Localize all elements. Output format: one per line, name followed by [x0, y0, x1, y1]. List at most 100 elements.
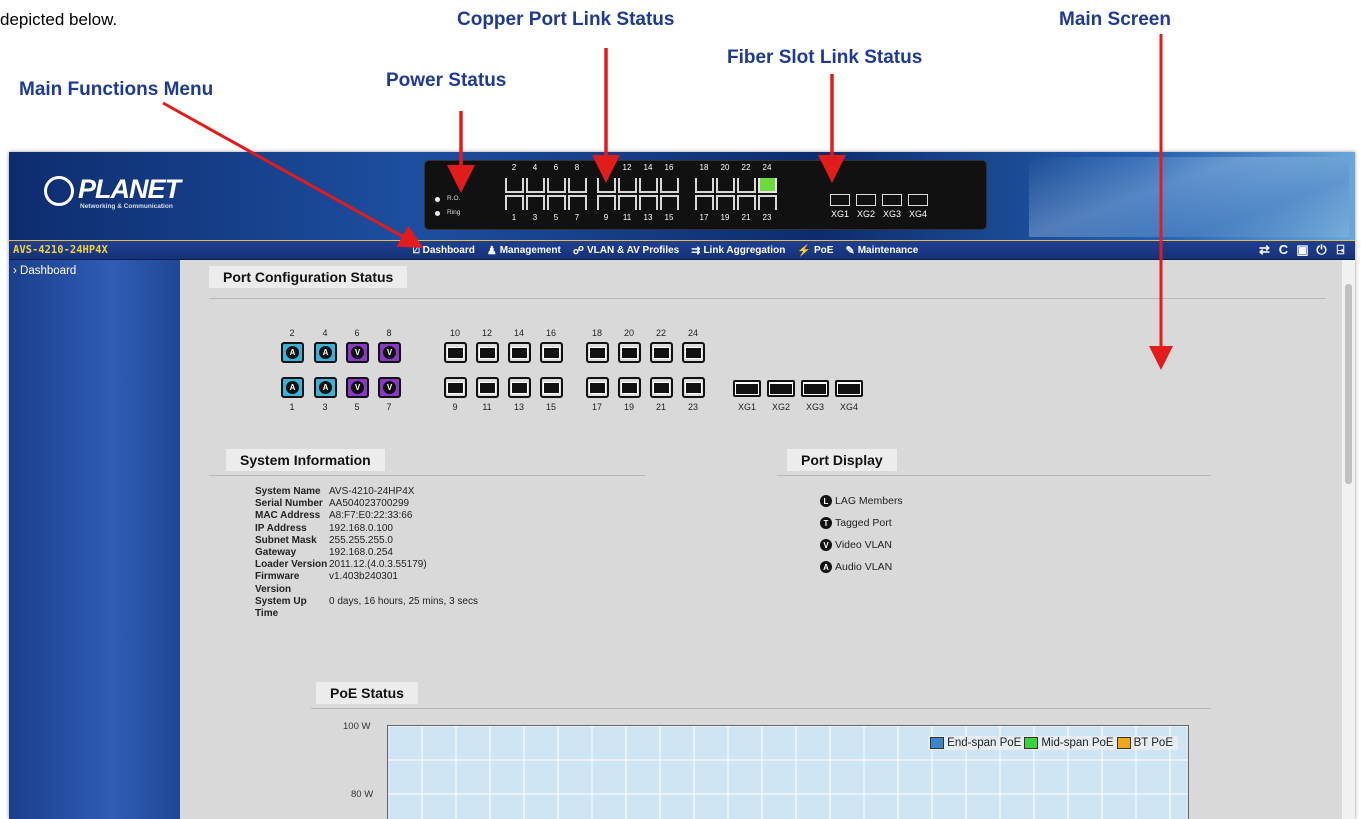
- divider: [777, 475, 1211, 476]
- port-12[interactable]: [476, 342, 499, 363]
- menu-item-label: VLAN & AV Profiles: [586, 245, 680, 256]
- annotation-power-status: Power Status: [386, 70, 507, 91]
- port-display-item: L LAG Members: [820, 495, 903, 507]
- annotation-fiber-slot-link-status: Fiber Slot Link Status: [727, 47, 923, 68]
- menu-item-poe[interactable]: ⚡ PoE: [797, 244, 833, 257]
- fiber-port-XG1[interactable]: [733, 380, 761, 397]
- logout-icon[interactable]: ⍈: [1334, 242, 1347, 258]
- port-number: 17: [591, 402, 602, 412]
- menu-item-dashboard[interactable]: ⍁ Dashboard: [413, 244, 475, 257]
- port-13[interactable]: [508, 377, 531, 398]
- video-vlan-badge: V: [383, 346, 396, 359]
- sidebar-item-label: Dashboard: [20, 265, 77, 277]
- ring-led-icon: [435, 211, 440, 216]
- copper-port-11-led: [618, 195, 637, 210]
- network-icon: ☍: [572, 245, 584, 257]
- ring-led-label: Ring: [447, 209, 461, 216]
- legend-label: Tagged Port: [835, 517, 892, 529]
- intro-text: depicted below.: [0, 10, 118, 29]
- port-number: 5: [354, 402, 360, 412]
- copper-port-5-led: [547, 195, 566, 210]
- info-value: 255.255.255.0: [329, 534, 393, 546]
- copper-port-3-led: [526, 195, 545, 210]
- port-number: 23: [687, 402, 698, 412]
- menu-item-link-aggregation[interactable]: ⇉ Link Aggregation: [691, 244, 785, 257]
- logo-subtitle: Networking & Communication: [80, 203, 173, 210]
- sidebar-item-dashboard[interactable]: › Dashboard: [13, 265, 76, 277]
- fiber-port-XG4[interactable]: [835, 380, 863, 397]
- annotation-main-screen: Main Screen: [1059, 9, 1171, 30]
- port-number: 16: [545, 328, 556, 338]
- port-2[interactable]: A: [281, 342, 304, 363]
- legend-label: LAG Members: [835, 495, 903, 507]
- info-value: AA504023700299: [329, 498, 410, 510]
- port-15[interactable]: [540, 377, 563, 398]
- main-screen: Port Configuration Status System Informa…: [180, 260, 1355, 819]
- panel-port-number: 11: [622, 213, 632, 222]
- copper-port-18-led: [695, 178, 714, 193]
- info-value: 192.168.0.100: [329, 522, 393, 534]
- fiber-port-XG3[interactable]: [801, 380, 829, 397]
- port-24[interactable]: [682, 342, 705, 363]
- port-9[interactable]: [444, 377, 467, 398]
- port-4[interactable]: A: [314, 342, 337, 363]
- port-number: 7: [386, 402, 392, 412]
- port-6[interactable]: V: [346, 342, 369, 363]
- panel-port-number: 4: [532, 163, 538, 172]
- copper-port-17-led: [695, 195, 714, 210]
- port-21[interactable]: [650, 377, 673, 398]
- legend-label: Mid-span PoE: [1041, 737, 1114, 749]
- port-5[interactable]: V: [346, 377, 369, 398]
- swap-icon[interactable]: ⇄: [1258, 242, 1271, 258]
- port-number: 2: [289, 328, 295, 338]
- menu-item-label: Maintenance: [857, 245, 919, 256]
- port-7[interactable]: V: [378, 377, 401, 398]
- chart-legend: End-span PoE Mid-span PoE BT PoE: [928, 736, 1178, 750]
- legend-swatch: [1116, 737, 1131, 749]
- system-info-title: System Information: [226, 449, 385, 471]
- menu-item-management[interactable]: ♟ Management: [487, 244, 561, 257]
- port-22[interactable]: [650, 342, 673, 363]
- ro-led-label: R.O.: [447, 195, 461, 202]
- vertical-scrollbar[interactable]: [1342, 260, 1355, 819]
- port-number: 6: [354, 328, 360, 338]
- port-number: 20: [623, 328, 634, 338]
- fiber-port-XG2[interactable]: [767, 380, 795, 397]
- legend-swatch: [1024, 737, 1039, 749]
- port-18[interactable]: [586, 342, 609, 363]
- system-info-row: MAC Address A8:F7:E0:22:33:66: [255, 510, 478, 522]
- power-icon[interactable]: ⏻: [1315, 242, 1328, 258]
- info-key: Serial Number: [255, 498, 323, 510]
- port-17[interactable]: [586, 377, 609, 398]
- scrollbar-thumb[interactable]: [1345, 284, 1352, 484]
- audio-vlan-badge: A: [319, 381, 332, 394]
- info-key: Gateway: [255, 547, 297, 559]
- port-19[interactable]: [618, 377, 641, 398]
- legend-badge-icon: L: [820, 495, 832, 507]
- refresh-icon[interactable]: C: [1277, 242, 1290, 258]
- system-info-row: System Up Time 0 days, 16 hours, 25 mins,…: [255, 596, 478, 620]
- port-8[interactable]: V: [378, 342, 401, 363]
- port-number: XG2: [771, 402, 790, 412]
- video-vlan-badge: V: [351, 381, 364, 394]
- chart-icon: ⍁: [413, 244, 420, 256]
- port-number: 15: [545, 402, 556, 412]
- port-16[interactable]: [540, 342, 563, 363]
- y-tick-100: 100 W: [343, 721, 371, 732]
- menu-item-maintenance[interactable]: ✎ Maintenance: [845, 244, 918, 257]
- save-icon[interactable]: ▣: [1296, 242, 1309, 258]
- fiber-slot-label: XG4: [908, 209, 927, 219]
- port-20[interactable]: [618, 342, 641, 363]
- system-info-table: System Name AVS-4210-24HP4X Serial Number A…: [255, 486, 478, 620]
- copper-port-2-led: [505, 178, 524, 193]
- port-11[interactable]: [476, 377, 499, 398]
- menu-item-vlan-av-profiles[interactable]: ☍ VLAN & AV Profiles: [573, 244, 679, 257]
- port-3[interactable]: A: [314, 377, 337, 398]
- poe-status-title: PoE Status: [316, 682, 418, 704]
- planet-logo: PLANET Networking & Communication: [44, 174, 181, 214]
- port-1[interactable]: A: [281, 377, 304, 398]
- info-value: 192.168.0.254: [329, 547, 393, 559]
- port-23[interactable]: [682, 377, 705, 398]
- port-14[interactable]: [508, 342, 531, 363]
- port-10[interactable]: [444, 342, 467, 363]
